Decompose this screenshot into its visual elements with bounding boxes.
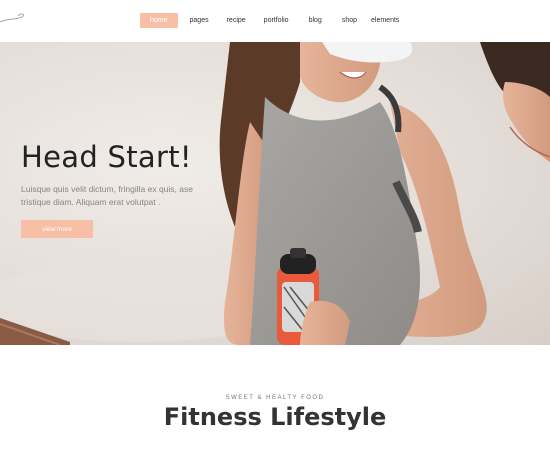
section-title: Fitness Lifestyle [163,403,387,431]
hero-slider: Head Start! Luisque quis velit dictum, f… [0,42,550,345]
hero-title: Head Start! [21,140,192,174]
nav-item-home[interactable]: home [140,12,178,28]
nav-item-pages[interactable]: pages [190,17,209,24]
logo-swash-icon[interactable] [0,8,40,28]
nav-item-recipe[interactable]: recipe [227,17,246,24]
view-more-button[interactable]: view more [21,220,93,238]
site-header: home pages recipe portfolio blog shop el… [0,0,550,42]
section-kicker: SWEET & HEALTY FOOD [225,395,325,401]
nav-item-blog[interactable]: blog [309,17,322,24]
main-nav: home pages recipe portfolio blog shop el… [140,12,399,28]
nav-item-elements[interactable]: elements [371,17,399,24]
nav-item-shop[interactable]: shop [342,17,357,24]
intro-section: SWEET & HEALTY FOOD Fitness Lifestyle [0,345,550,472]
hero-description: Luisque quis velit dictum, fringilla ex … [21,184,193,207]
nav-item-portfolio[interactable]: portfolio [264,17,289,24]
